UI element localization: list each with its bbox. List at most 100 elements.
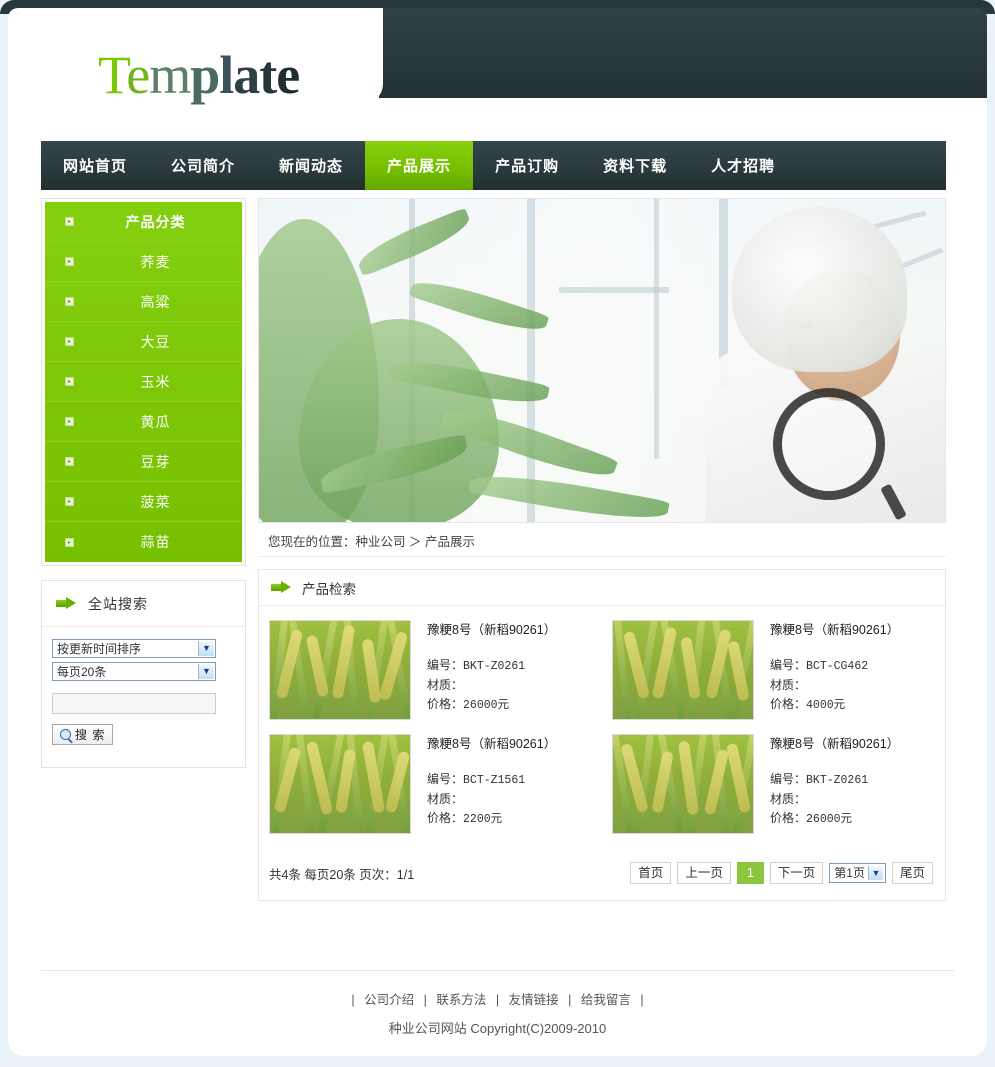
sidebar: ▸ 产品分类 ▸ 荞麦 ▸ 高粱 ▸ 大豆 ▸ 玉米 ▸ 黄瓜 ▸ 豆芽 ▸ 菠…	[41, 198, 246, 901]
bullet-icon: ▸	[65, 417, 74, 426]
sidebar-item-beansprout[interactable]: ▸ 豆芽	[45, 442, 242, 482]
sidebar-item-cucumber[interactable]: ▸ 黄瓜	[45, 402, 242, 442]
greenhouse-frame	[654, 199, 659, 459]
content-area: ▸ 产品分类 ▸ 荞麦 ▸ 高粱 ▸ 大豆 ▸ 玉米 ▸ 黄瓜 ▸ 豆芽 ▸ 菠…	[41, 198, 946, 901]
product-price-row: 价格：26000元	[427, 695, 552, 715]
perpage-select-value: 每页20条	[57, 665, 107, 679]
nav-item-home[interactable]: 网站首页	[41, 141, 149, 190]
bullet-icon: ▸	[65, 257, 74, 266]
perpage-select[interactable]: 每页20条 ▼	[52, 662, 216, 681]
logo-letter: a	[233, 45, 260, 105]
footer-separator: |	[351, 993, 355, 1007]
product-item: 豫粳8号（新稻90261） 编号：BCT-Z1561 材质： 价格：2200元	[259, 734, 602, 848]
product-material-row: 材质：	[770, 676, 895, 695]
bullet-icon: ▸	[65, 217, 74, 226]
nav-item-news[interactable]: 新闻动态	[257, 141, 365, 190]
logo-letter: p	[190, 45, 220, 105]
pagination-first[interactable]: 首页	[630, 862, 672, 884]
footer-link-partners[interactable]: 友情链接	[503, 993, 565, 1007]
sidebar-item-sorghum[interactable]: ▸ 高粱	[45, 282, 242, 322]
sidebar-item-garlicsprout[interactable]: ▸ 蒜苗	[45, 522, 242, 562]
sidebar-item-soybean[interactable]: ▸ 大豆	[45, 322, 242, 362]
product-thumbnail[interactable]	[269, 734, 411, 834]
pagination-next[interactable]: 下一页	[769, 862, 824, 884]
footer-links: | 公司介绍 | 联系方法 | 友情链接 | 给我留言 |	[41, 989, 954, 1008]
sidebar-item-corn[interactable]: ▸ 玉米	[45, 362, 242, 402]
product-title[interactable]: 豫粳8号（新稻90261）	[770, 621, 899, 640]
pagination-page-1[interactable]: 1	[736, 862, 764, 884]
footer-separator: |	[568, 993, 572, 1007]
bullet-icon: ▸	[65, 537, 74, 547]
product-panel-header: 产品检索	[259, 570, 945, 606]
logo-letter: T	[98, 45, 127, 105]
footer-separator: |	[423, 993, 427, 1007]
product-title[interactable]: 豫粳8号（新稻90261）	[427, 735, 556, 754]
product-price-label: 价格：	[427, 697, 464, 711]
sidebar-item-buckwheat[interactable]: ▸ 荞麦	[45, 242, 242, 282]
product-code-row: 编号：BCT-CG462	[770, 656, 895, 676]
product-material-row: 材质：	[427, 676, 552, 695]
pagination: 共4条 每页20条 页次：1/1 首页 上一页 1 下一页 第1页 ▼ 尾页	[259, 848, 945, 900]
breadcrumb: 您现在的位置：种业公司 ＞ 产品展示	[258, 524, 946, 557]
bullet-icon: ▸	[65, 337, 74, 346]
pagination-last[interactable]: 尾页	[891, 862, 933, 884]
footer-separator: |	[495, 993, 500, 1007]
site-search-box: 全站搜索 按更新时间排序 ▼ 每页20条 ▼ 搜 索	[41, 580, 246, 768]
product-price-row: 价格：26000元	[770, 809, 895, 829]
site-logo[interactable]: Template	[98, 45, 300, 105]
header-dark-panel	[379, 8, 987, 104]
search-input[interactable]	[52, 693, 216, 714]
pagination-prev[interactable]: 上一页	[677, 862, 731, 884]
product-thumbnail[interactable]	[612, 734, 754, 834]
product-panel: 产品检索 豫粳8号（新稻90261） 编号：BKT-Z0261 材质： 价格：2…	[258, 569, 946, 901]
nav-item-downloads[interactable]: 资料下载	[581, 141, 689, 190]
product-price-label: 价格：	[770, 811, 807, 825]
product-code-value: BKT-Z0261	[463, 660, 526, 673]
product-thumbnail[interactable]	[269, 620, 411, 720]
bullet-icon: ▸	[65, 497, 74, 506]
product-price-row: 价格：2200元	[427, 809, 552, 829]
product-code-row: 编号：BKT-Z0261	[427, 656, 552, 676]
category-header-label: 产品分类	[125, 213, 186, 230]
category-label: 玉米	[140, 373, 171, 390]
nav-item-about[interactable]: 公司简介	[149, 141, 257, 190]
product-code-label: 编号：	[427, 658, 464, 672]
search-button[interactable]: 搜 索	[52, 724, 114, 745]
product-title[interactable]: 豫粳8号（新稻90261）	[770, 735, 899, 754]
category-label: 豆芽	[140, 453, 171, 470]
nav-item-order[interactable]: 产品订购	[473, 141, 581, 190]
product-material-label: 材质：	[427, 792, 464, 806]
footer-link-contact[interactable]: 联系方法	[430, 993, 492, 1007]
category-box: ▸ 产品分类 ▸ 荞麦 ▸ 高粱 ▸ 大豆 ▸ 玉米 ▸ 黄瓜 ▸ 豆芽 ▸ 菠…	[41, 198, 246, 566]
sort-select[interactable]: 按更新时间排序 ▼	[52, 639, 216, 658]
person-hood	[732, 207, 907, 372]
site-card: Template 网站首页 公司简介 新闻动态 产品展示 产品订购 资料下载 人…	[8, 8, 987, 1056]
nav-item-jobs[interactable]: 人才招聘	[689, 141, 797, 190]
banner-image	[258, 198, 946, 523]
footer-link-guestbook[interactable]: 给我留言	[575, 993, 637, 1007]
footer-link-about[interactable]: 公司介绍	[358, 993, 420, 1007]
footer-copyright: 种业公司网站 Copyright(C)2009-2010	[388, 1021, 607, 1036]
search-button-label: 搜 索	[75, 728, 106, 742]
product-item: 豫粳8号（新稻90261） 编号：BKT-Z0261 材质： 价格：26000元	[602, 734, 945, 848]
category-header: ▸ 产品分类	[45, 202, 242, 242]
product-title[interactable]: 豫粳8号（新稻90261）	[427, 621, 556, 640]
product-material-row: 材质：	[770, 790, 895, 809]
category-label: 高粱	[140, 293, 171, 310]
nav-item-products[interactable]: 产品展示	[365, 141, 474, 190]
category-label: 蒜苗	[140, 534, 171, 550]
product-panel-title: 产品检索	[302, 581, 356, 597]
product-thumbnail[interactable]	[612, 620, 754, 720]
magnifier-prop	[773, 388, 885, 500]
site-header: Template	[8, 8, 987, 128]
product-material-row: 材质：	[427, 790, 552, 809]
logo-letter: e	[276, 45, 300, 105]
pagination-jump-select[interactable]: 第1页 ▼	[829, 863, 886, 883]
chevron-down-icon: ▼	[867, 866, 883, 880]
category-label: 菠菜	[140, 493, 171, 510]
category-label: 黄瓜	[140, 413, 171, 430]
product-material-label: 材质：	[770, 792, 807, 806]
product-code-label: 编号：	[770, 658, 807, 672]
chevron-down-icon: ▼	[198, 664, 214, 679]
sidebar-item-spinach[interactable]: ▸ 菠菜	[45, 482, 242, 522]
